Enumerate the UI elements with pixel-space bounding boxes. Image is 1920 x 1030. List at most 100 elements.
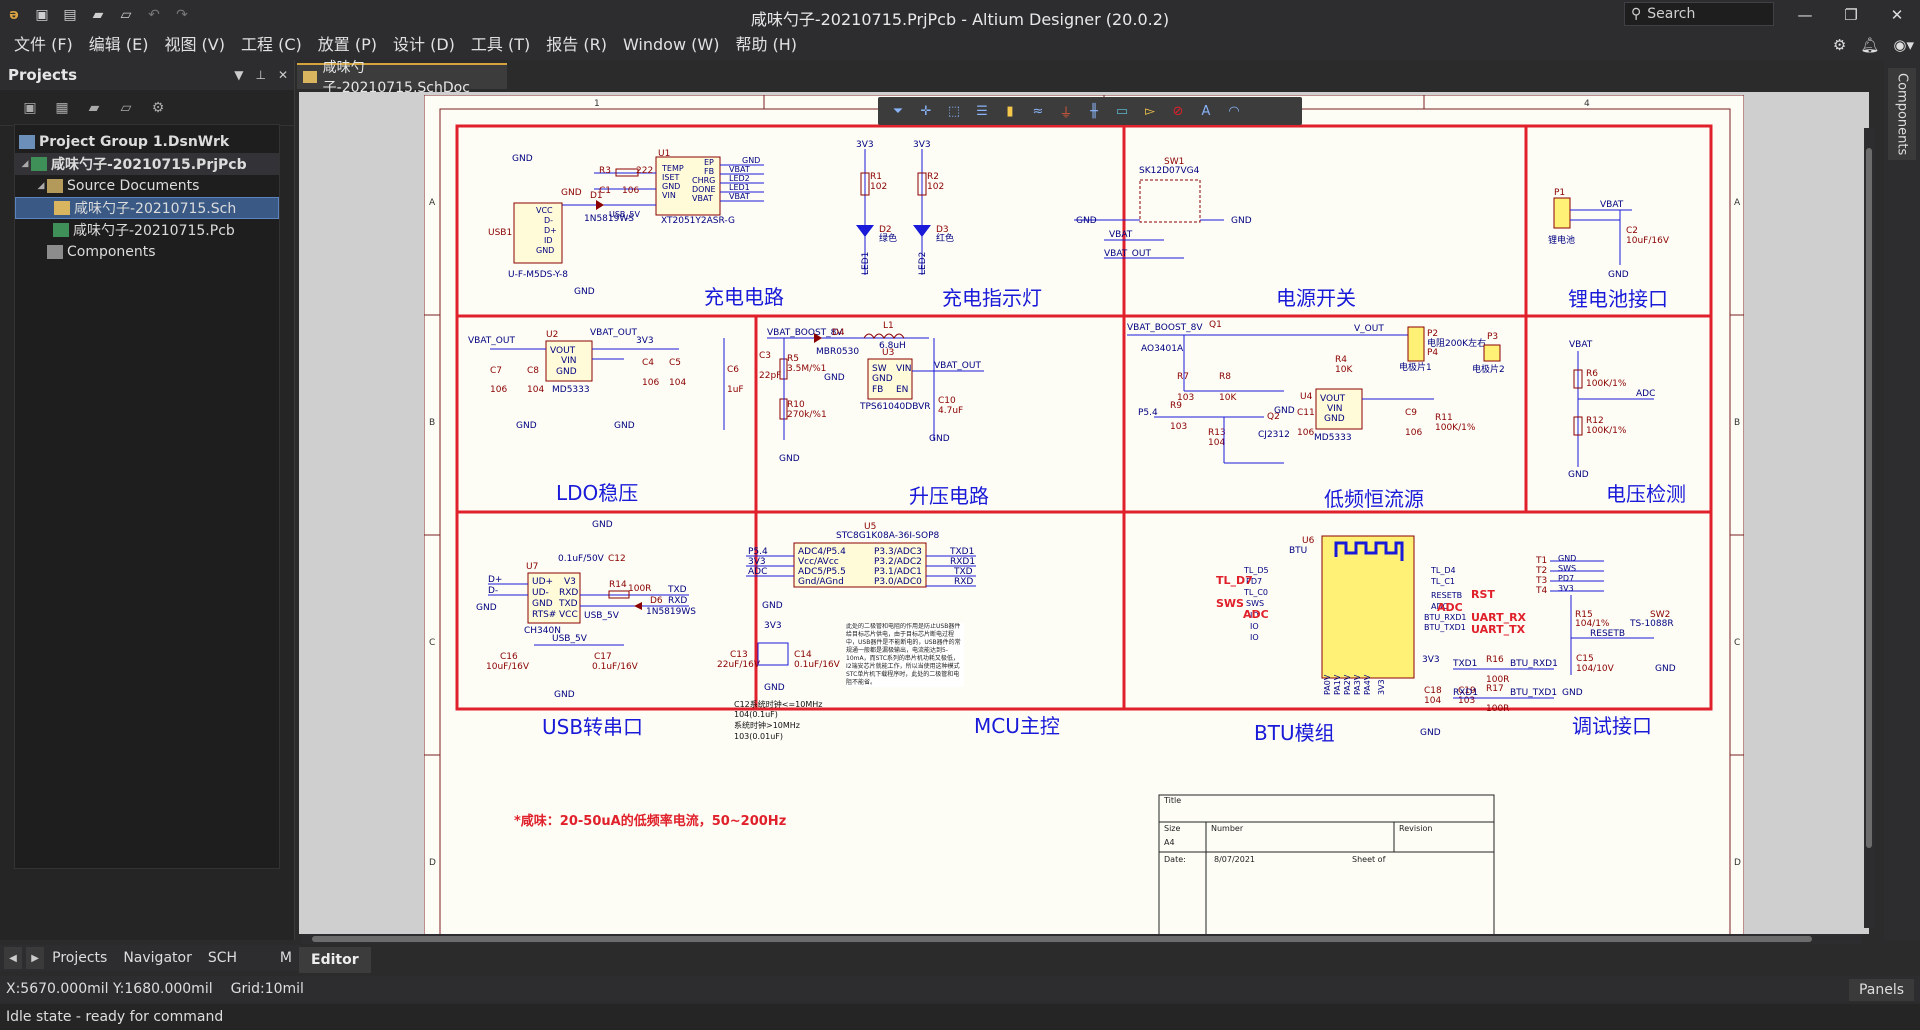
mcu-note-1: C12系统时钟<=10MHz	[734, 699, 822, 709]
schematic-doc-icon	[54, 201, 70, 215]
menu-view[interactable]: 视图 (V)	[156, 30, 233, 60]
schematic-editor[interactable]: 1 2 3 4 A B C D A B C D 充电电路 充电指示灯 电源开关	[299, 92, 1869, 934]
restore-button[interactable]: ❐	[1828, 0, 1874, 30]
schematic-sheet[interactable]: 1 2 3 4 A B C D A B C D 充电电路 充电指示灯 电源开关	[424, 95, 1744, 934]
net-tl-d4: TL_D4	[1430, 566, 1456, 575]
tree-item-components[interactable]: Components	[15, 241, 279, 263]
tree-item-workspace[interactable]: Project Group 1.DsnWrk	[15, 131, 279, 153]
tree-item-project[interactable]: ◢ 咸味勺子-20210715.PrjPcb	[15, 153, 279, 175]
collapse-triangle-icon[interactable]: ◢	[35, 181, 47, 191]
label-adc: ADC	[1437, 601, 1463, 614]
collapse-triangle-icon[interactable]: ◢	[19, 159, 31, 169]
panel-pin-icon[interactable]: ⊥	[255, 68, 265, 82]
tree-item-schematic-doc[interactable]: 咸味勺子-20210715.Sch	[15, 197, 279, 219]
menu-edit[interactable]: 编辑 (E)	[81, 30, 157, 60]
state-bar: Idle state - ready for command	[0, 1004, 1920, 1030]
menu-design[interactable]: 设计 (D)	[385, 30, 463, 60]
panel-menu-chevron-icon[interactable]: ▼	[234, 68, 243, 82]
p3-ref: P3	[1487, 332, 1498, 342]
menu-tools[interactable]: 工具 (T)	[463, 30, 538, 60]
document-tab-label: 咸味勺子-20210715.SchDoc	[322, 60, 470, 96]
r17-value: 100R	[1486, 704, 1509, 714]
place-directive-icon[interactable]: ⊘	[1166, 100, 1190, 122]
tab-more[interactable]: M	[272, 945, 300, 971]
u5-pin-8: P3.3/ADC3	[874, 547, 922, 557]
minimize-button[interactable]: —	[1782, 0, 1828, 30]
tree-item-pcb-doc[interactable]: 咸味勺子-20210715.Pcb	[15, 219, 279, 241]
label-rst: RST	[1471, 588, 1495, 601]
open-folder-icon[interactable]: ▰	[82, 96, 106, 120]
menu-project[interactable]: 工程 (C)	[233, 30, 310, 60]
u1-pin-chrg: CHRG	[692, 176, 715, 185]
tab-sch-filter[interactable]: SCH Filter	[200, 945, 272, 992]
tab-navigator[interactable]: Navigator	[115, 945, 200, 971]
horizontal-scroll-thumb[interactable]	[312, 936, 1812, 942]
u3-part: TPS61040DBVR	[859, 402, 931, 412]
place-gnd-icon[interactable]: ⏚	[1054, 100, 1078, 122]
u5-pin-6: P3.1/ADC1	[874, 567, 922, 577]
place-text-icon[interactable]: A	[1194, 100, 1218, 122]
menu-help[interactable]: 帮助 (H)	[727, 30, 805, 60]
move-icon[interactable]: ✛	[914, 100, 938, 122]
place-arc-icon[interactable]: ◠	[1222, 100, 1246, 122]
filter-icon[interactable]: ⏷	[886, 100, 910, 122]
panel-settings-gear-icon[interactable]: ⚙	[146, 96, 170, 120]
u3-pin-vin: VIN	[896, 364, 912, 374]
user-account-icon[interactable]: ◉▾	[1893, 36, 1914, 54]
settings-gear-icon[interactable]: ⚙	[1833, 36, 1846, 54]
compile-icon[interactable]: ▦	[50, 96, 74, 120]
title-bar: ə ▣ ▤ ▰ ▱ ↶ ↷ 咸味勺子-20210715.PrjPcb - Alt…	[0, 0, 1920, 30]
usb1-ref: USB1	[488, 228, 512, 238]
place-bus-icon[interactable]: ╫	[1082, 100, 1106, 122]
r14-value: 100R	[628, 584, 651, 594]
global-search[interactable]: ⚲ Search	[1624, 2, 1774, 26]
c2-ref: C2	[1626, 226, 1638, 236]
vertical-scroll-thumb[interactable]	[1866, 148, 1872, 848]
place-sheet-icon[interactable]: ▭	[1110, 100, 1134, 122]
panels-button[interactable]: Panels	[1848, 979, 1914, 1001]
tab-projects[interactable]: Projects	[44, 945, 115, 971]
menu-file[interactable]: 文件 (F)	[6, 30, 81, 60]
place-wire-icon[interactable]: ≈	[1026, 100, 1050, 122]
vertical-scrollbar[interactable]	[1864, 128, 1874, 928]
redo-icon[interactable]: ↷	[168, 0, 196, 30]
editor-view-tab[interactable]: Editor	[299, 947, 371, 973]
r12-value: 100K/1%	[1586, 426, 1627, 436]
place-part-icon[interactable]: ▮	[998, 100, 1022, 122]
u1-pin-gnd: GND	[662, 182, 680, 191]
select-rect-icon[interactable]: ⬚	[942, 100, 966, 122]
frame-row-c-right: C	[1734, 638, 1740, 648]
open-project-icon[interactable]: ▱	[112, 0, 140, 30]
panel-close-icon[interactable]: ✕	[278, 68, 288, 82]
save-icon[interactable]: ▣	[18, 96, 42, 120]
net-3v3-r2: 3V3	[913, 140, 931, 150]
panel-bottom-tabs: ◀ ▶ Projects Navigator SCH Filter M	[0, 945, 300, 992]
tabs-next-arrow-icon[interactable]: ▶	[26, 947, 45, 969]
net-gnd-t1: GND	[1558, 554, 1576, 563]
align-icon[interactable]: ☰	[970, 100, 994, 122]
usb1-pin-dm: D-	[544, 216, 553, 225]
undo-icon[interactable]: ↶	[140, 0, 168, 30]
right-panel-strip: Components	[1884, 60, 1920, 940]
close-button[interactable]: ✕	[1874, 0, 1920, 30]
net-gnd-dbg2: GND	[1655, 664, 1676, 674]
horizontal-scrollbar[interactable]	[302, 934, 1862, 944]
tree-item-source-documents[interactable]: ◢ Source Documents	[15, 175, 279, 197]
save-all-icon[interactable]: ▤	[56, 0, 84, 30]
u5-part: STC8G1K08A-36I-SOP8	[836, 531, 940, 541]
open-icon[interactable]: ▰	[84, 0, 112, 30]
tabs-prev-arrow-icon[interactable]: ◀	[4, 947, 23, 969]
place-port-icon[interactable]: ▻	[1138, 100, 1162, 122]
menu-place[interactable]: 放置 (P)	[310, 30, 385, 60]
project-folder-icon[interactable]: ▱	[114, 96, 138, 120]
c3-value: 22pF	[759, 371, 781, 381]
save-icon[interactable]: ▣	[28, 0, 56, 30]
menu-reports[interactable]: 报告 (R)	[538, 30, 615, 60]
document-tab[interactable]: 咸味勺子-20210715.SchDoc	[297, 60, 507, 96]
c17-ref: C17	[594, 652, 612, 662]
components-panel-tab[interactable]: Components	[1888, 68, 1916, 160]
u1-pin-iset: ISET	[662, 173, 679, 182]
notifications-bell-icon[interactable]: 🔔︎	[1860, 36, 1879, 54]
menu-window[interactable]: Window (W)	[615, 30, 727, 60]
r2-ref: R2	[927, 172, 939, 182]
